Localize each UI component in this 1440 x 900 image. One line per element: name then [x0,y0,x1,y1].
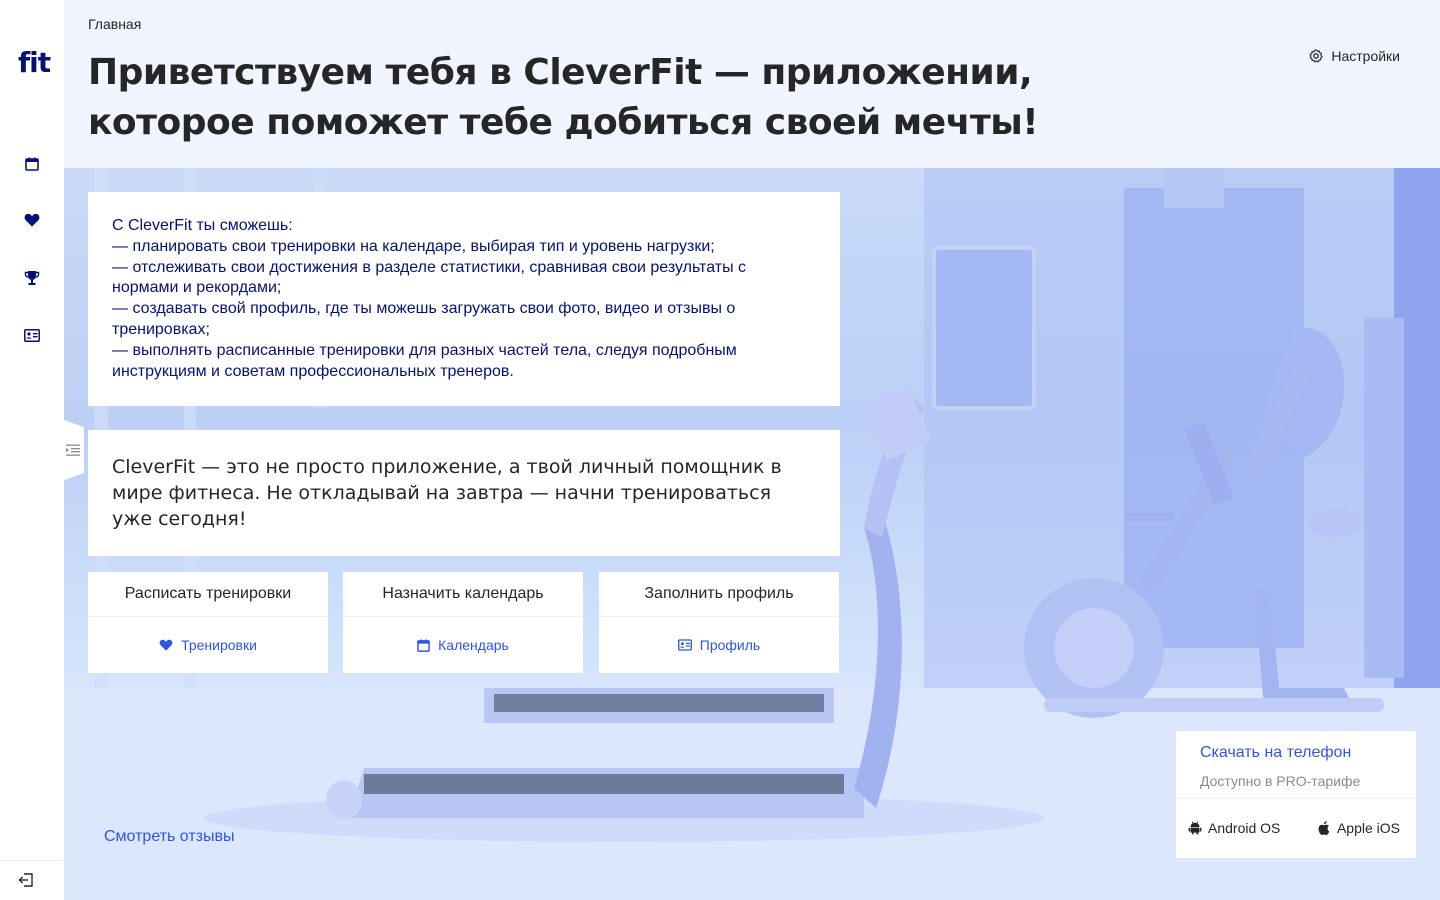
settings-button[interactable]: Настройки [1309,48,1400,64]
sidebar-item-calendar[interactable] [20,152,44,176]
action-card-title: Расписать тренировки [88,572,328,617]
trophy-icon [24,271,40,285]
sidebar-item-achievements[interactable] [20,266,44,290]
sidebar-divider [0,860,64,861]
heart-icon [24,213,40,227]
logout-button[interactable] [14,868,38,892]
id-card-icon [677,639,692,651]
sidebar-item-profile[interactable] [20,323,44,347]
profile-link-label: Профиль [699,637,761,653]
breadcrumb[interactable]: Главная [88,16,141,32]
heart-icon [159,639,173,651]
view-reviews-link[interactable]: Смотреть отзывы [104,828,235,846]
ios-label: Apple iOS [1336,820,1400,836]
android-download-button[interactable]: Android OS [1188,820,1280,836]
download-card-header: Скачать на телефон Доступно в PRO-тарифе [1176,731,1416,799]
action-card-workouts: Расписать тренировки Тренировки [88,572,328,673]
android-icon [1188,821,1202,835]
calendar-link[interactable]: Календарь [343,617,583,673]
sidebar: fit [0,0,64,900]
android-label: Android OS [1208,820,1281,836]
action-card-title: Заполнить профиль [599,572,839,617]
features-card: С CleverFit ты сможешь: — планировать св… [88,192,840,406]
download-title: Скачать на телефон [1200,744,1352,761]
page-title: Приветствуем тебя в CleverFit — приложен… [88,52,1039,143]
page-header: Главная Приветствуем тебя в CleverFit — … [64,0,1440,168]
menu-unfold-icon [66,444,80,456]
sidebar-item-workouts[interactable] [20,208,44,232]
action-card-profile: Заполнить профиль Профиль [599,572,839,673]
workouts-link[interactable]: Тренировки [88,617,328,673]
settings-label: Настройки [1331,48,1400,64]
ios-download-button[interactable]: Apple iOS [1318,820,1400,836]
logo[interactable]: fit [18,46,51,79]
sidebar-collapse-toggle[interactable] [64,420,84,480]
logout-icon [18,873,33,887]
quote-card: CleverFit — это не просто приложение, а … [88,430,840,556]
profile-link[interactable]: Профиль [599,617,839,673]
id-card-icon [24,328,40,342]
workouts-link-label: Тренировки [181,637,257,653]
calendar-icon [25,157,39,171]
calendar-link-label: Календарь [438,637,509,653]
action-card-calendar: Назначить календарь Календарь [343,572,583,673]
gear-icon [1309,49,1324,63]
download-subtitle: Доступно в PRO-тарифе [1200,773,1361,789]
calendar-icon [417,638,430,652]
apple-icon [1318,821,1330,835]
action-card-title: Назначить календарь [343,572,583,617]
download-card: Скачать на телефон Доступно в PRO-тарифе… [1176,731,1416,858]
download-buttons: Android OS Apple iOS [1176,799,1416,857]
